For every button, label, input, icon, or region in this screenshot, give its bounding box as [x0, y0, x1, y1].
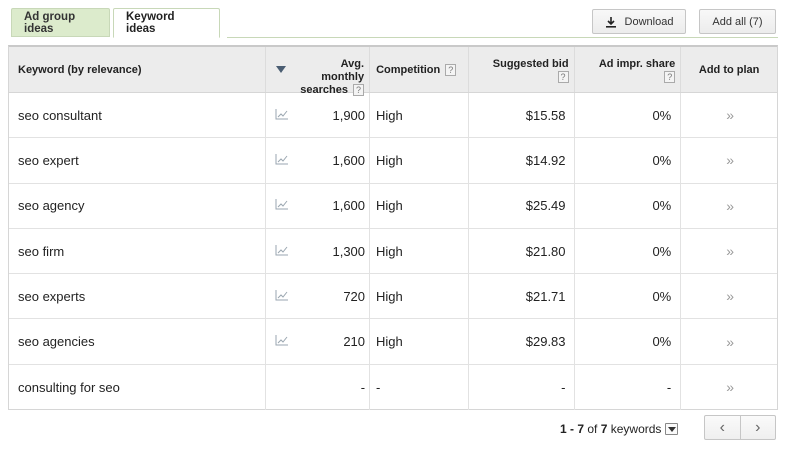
- suggested-bid-cell: $29.83: [469, 319, 575, 364]
- ad-impr-share-cell: -: [575, 364, 682, 411]
- table-row: seo agency 1,600 High $25.49 0%»: [9, 183, 777, 229]
- download-label: Download: [624, 15, 674, 28]
- header-ad-impr-share[interactable]: Ad impr. share ?: [575, 47, 682, 92]
- trend-cell: [266, 365, 298, 410]
- searches-cell: 720: [298, 274, 371, 319]
- help-icon[interactable]: ?: [353, 84, 365, 97]
- trend-chart-icon[interactable]: [275, 153, 289, 168]
- next-page-button[interactable]: ›: [739, 416, 776, 439]
- table-row: seo consultant 1,900 High $15.58 0%»: [9, 93, 777, 139]
- header-keyword[interactable]: Keyword (by relevance): [9, 47, 267, 92]
- add-all-button[interactable]: Add all (7): [699, 9, 776, 34]
- table-row: seo firm 1,300 High $21.80 0%»: [9, 228, 777, 275]
- competition-cell: High: [370, 93, 469, 138]
- header-competition[interactable]: Competition ?: [370, 47, 469, 92]
- tab-ad-group-ideas[interactable]: Ad group ideas: [11, 8, 110, 37]
- suggested-bid-cell: $14.92: [469, 138, 575, 183]
- ad-impr-share-cell: 0%: [575, 228, 682, 274]
- pager-total: 7: [600, 422, 608, 436]
- competition-cell: High: [370, 138, 469, 183]
- suggested-bid-cell: $21.80: [469, 228, 575, 274]
- searches-cell: 210: [298, 319, 371, 364]
- trend-cell: [266, 319, 298, 363]
- keyword-table: Keyword (by relevance) Avg. monthly sear…: [8, 45, 778, 411]
- competition-cell: High: [370, 228, 469, 274]
- searches-cell: -: [298, 364, 371, 411]
- trend-cell: [266, 184, 298, 228]
- table-row: consulting for seo - - - -»: [9, 364, 777, 411]
- table-row: seo agencies 210 High $29.83 0%»: [9, 319, 777, 365]
- trend-cell: [266, 138, 298, 182]
- header-sort-column[interactable]: [266, 47, 298, 92]
- competition-cell: High: [370, 319, 469, 364]
- help-icon[interactable]: ?: [557, 71, 569, 84]
- ad-impr-share-cell: 0%: [575, 274, 682, 319]
- suggested-bid-cell: -: [469, 364, 575, 411]
- add-to-plan-button[interactable]: »: [681, 138, 777, 182]
- table-row: seo expert 1,600 High $14.92 0%»: [9, 138, 777, 184]
- keyword-cell: seo expert: [9, 138, 267, 183]
- prev-page-button[interactable]: ‹: [705, 416, 740, 439]
- suggested-bid-cell: $15.58: [469, 93, 575, 138]
- add-to-plan-button[interactable]: »: [681, 184, 777, 228]
- header-avg-monthly-searches[interactable]: Avg. monthly searches ?: [298, 47, 371, 97]
- ad-impr-share-cell: 0%: [575, 138, 682, 183]
- add-to-plan-button[interactable]: »: [681, 274, 777, 318]
- searches-cell: 1,600: [298, 183, 371, 228]
- keyword-cell: seo consultant: [9, 93, 267, 138]
- pager-of: of: [587, 422, 598, 436]
- keyword-cell: seo agency: [9, 183, 267, 228]
- trend-chart-icon[interactable]: [275, 289, 289, 304]
- add-to-plan-button[interactable]: »: [681, 365, 777, 410]
- searches-cell: 1,600: [298, 138, 371, 183]
- pager-range: 1 - 7: [560, 422, 585, 436]
- trend-chart-icon[interactable]: [275, 108, 289, 123]
- pagination-summary: 1 - 7 of 7 keywords: [560, 418, 679, 440]
- trend-chart-icon[interactable]: [275, 198, 289, 213]
- header-suggested-bid[interactable]: Suggested bid ?: [469, 47, 575, 92]
- table-body: seo consultant 1,900 High $15.58 0%» seo expe…: [9, 93, 777, 411]
- table-header: Keyword (by relevance) Avg. monthly sear…: [9, 47, 777, 97]
- header-add-to-plan: Add to plan: [698, 63, 760, 76]
- searches-cell: 1,900: [298, 93, 371, 138]
- help-icon[interactable]: ?: [664, 71, 676, 84]
- ad-impr-share-cell: 0%: [575, 319, 682, 364]
- sort-desc-icon[interactable]: [276, 66, 287, 73]
- page-size-dropdown-icon[interactable]: [665, 423, 679, 435]
- download-button[interactable]: Download: [592, 9, 686, 34]
- competition-cell: -: [370, 364, 469, 411]
- download-icon: [605, 16, 617, 28]
- ad-impr-share-cell: 0%: [575, 183, 682, 228]
- ad-impr-share-cell: 0%: [575, 93, 682, 138]
- keyword-cell: seo agencies: [9, 319, 267, 364]
- keyword-cell: consulting for seo: [9, 364, 267, 411]
- tab-keyword-ideas[interactable]: Keyword ideas: [113, 8, 220, 38]
- suggested-bid-cell: $21.71: [469, 274, 575, 319]
- suggested-bid-cell: $25.49: [469, 183, 575, 228]
- add-to-plan-button[interactable]: »: [681, 319, 777, 363]
- add-to-plan-button[interactable]: »: [681, 93, 777, 137]
- trend-cell: [266, 274, 298, 318]
- searches-cell: 1,300: [298, 228, 371, 274]
- add-to-plan-button[interactable]: »: [681, 229, 777, 273]
- help-icon[interactable]: ?: [445, 63, 457, 76]
- pagination-nav: ‹ ›: [704, 415, 776, 440]
- trend-chart-icon[interactable]: [275, 244, 289, 259]
- trend-cell: [266, 93, 298, 137]
- competition-cell: High: [370, 183, 469, 228]
- keyword-cell: seo firm: [9, 228, 267, 274]
- pager-unit: keywords: [610, 422, 662, 436]
- tab-divider: [227, 37, 778, 38]
- table-row: seo experts 720 High $21.71 0%»: [9, 274, 777, 320]
- tab-bar: Ad group ideas Keyword ideas: [11, 8, 220, 38]
- competition-cell: High: [370, 274, 469, 319]
- keyword-cell: seo experts: [9, 274, 267, 319]
- trend-chart-icon[interactable]: [275, 334, 289, 349]
- trend-cell: [266, 229, 298, 273]
